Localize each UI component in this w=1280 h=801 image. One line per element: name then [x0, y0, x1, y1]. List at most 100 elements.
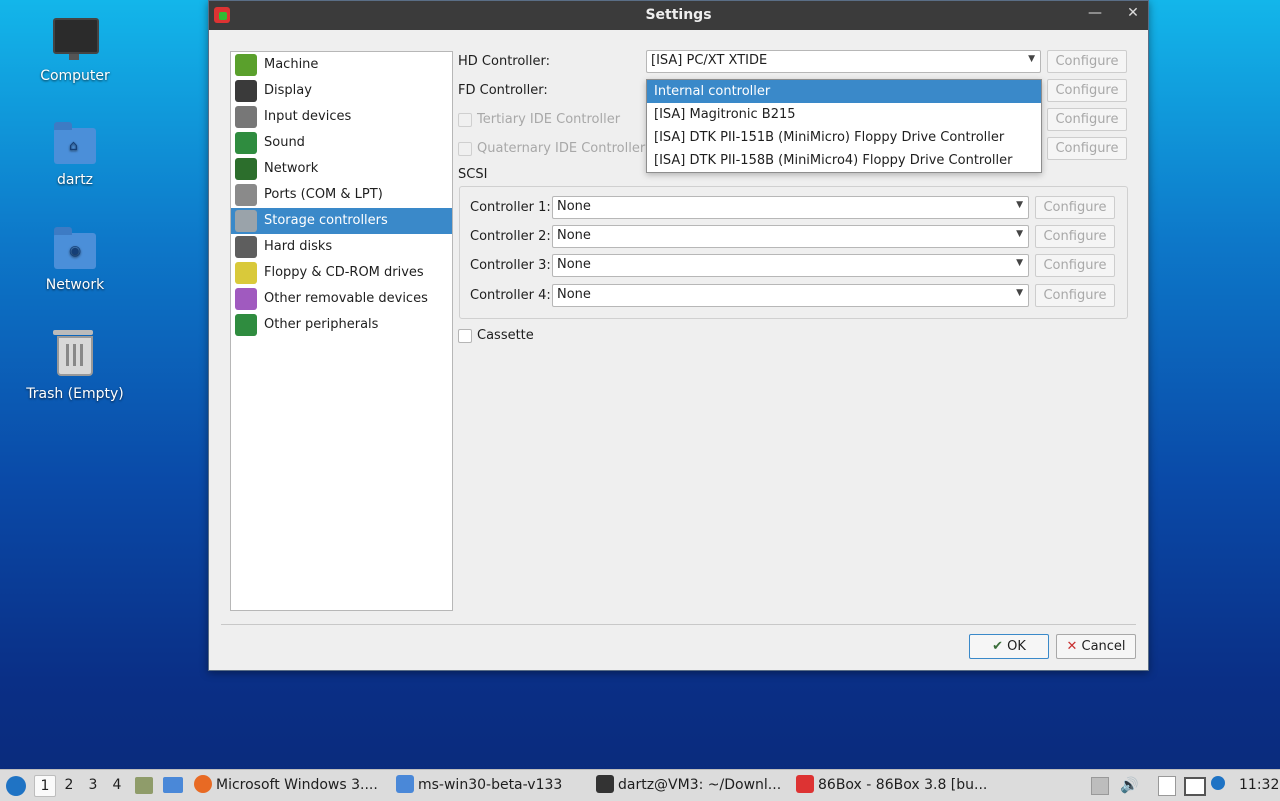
home-folder-icon: ⌂: [53, 122, 97, 166]
terminal-icon: [596, 775, 614, 793]
notification-icon[interactable]: [1211, 776, 1225, 790]
scsi-group-title: SCSI: [458, 167, 488, 182]
task-terminal[interactable]: dartz@VM3: ~/Downl...: [596, 770, 781, 801]
desktop-icon-trash[interactable]: Trash (Empty): [20, 330, 130, 402]
task-folder[interactable]: ms-win30-beta-v133: [396, 770, 562, 801]
sidebar-item-other-removable[interactable]: Other removable devices: [231, 286, 452, 312]
scsi-controller-2-label: Controller 2:: [470, 229, 551, 244]
scsi-controller-4-configure-button[interactable]: Configure: [1035, 284, 1115, 307]
86box-icon: [796, 775, 814, 793]
ok-icon: ✔: [992, 639, 1003, 654]
file-manager-launcher-icon[interactable]: [135, 777, 153, 794]
close-button[interactable]: ✕: [1123, 5, 1143, 25]
scsi-controller-3-select[interactable]: None ▼: [552, 254, 1029, 277]
sidebar-item-ports[interactable]: Ports (COM & LPT): [231, 182, 452, 208]
workspace-2[interactable]: 2: [59, 775, 79, 795]
display-icon: [235, 80, 257, 102]
desktop-icon-network[interactable]: ◉ Network: [20, 227, 130, 293]
sidebar-item-sound[interactable]: Sound: [231, 130, 452, 156]
sidebar-item-floppy-cdrom[interactable]: Floppy & CD-ROM drives: [231, 260, 452, 286]
task-label: ms-win30-beta-v133: [418, 777, 563, 793]
dropdown-option-dtk-pii-158b[interactable]: [ISA] DTK PII-158B (MiniMicro4) Floppy D…: [647, 149, 1041, 172]
hard-disk-icon: [235, 236, 257, 258]
chevron-down-icon: ▼: [1028, 54, 1035, 64]
clock[interactable]: 11:32: [1239, 770, 1279, 801]
desktop-icon-label: Computer: [40, 68, 110, 84]
scsi-controller-1-value: None: [557, 199, 591, 214]
floppy-cdrom-icon: [235, 262, 257, 284]
clipboard-icon[interactable]: [1158, 776, 1176, 796]
scsi-controller-1-select[interactable]: None ▼: [552, 196, 1029, 219]
chevron-down-icon: ▼: [1016, 258, 1023, 268]
trash-icon: [53, 330, 97, 380]
cancel-icon: ✕: [1066, 639, 1078, 654]
task-label: 86Box - 86Box 3.8 [bu...: [818, 777, 988, 793]
dropdown-option-magitronic-b215[interactable]: [ISA] Magitronic B215: [647, 103, 1041, 126]
network-status-icon[interactable]: [1184, 777, 1206, 796]
scsi-controller-2-configure-button[interactable]: Configure: [1035, 225, 1115, 248]
sidebar-item-network[interactable]: Network: [231, 156, 452, 182]
taskbar: 1 2 3 4 Microsoft Windows 3.... ms-win30…: [0, 769, 1280, 801]
removable-device-icon: [235, 288, 257, 310]
workspace-4[interactable]: 4: [107, 775, 127, 795]
scsi-controller-3-value: None: [557, 257, 591, 272]
scsi-controller-3-configure-button[interactable]: Configure: [1035, 254, 1115, 277]
scsi-controller-1-configure-button[interactable]: Configure: [1035, 196, 1115, 219]
quaternary-ide-checkbox[interactable]: [458, 142, 472, 156]
ok-button[interactable]: ✔ OK: [969, 634, 1049, 659]
network-icon: [235, 158, 257, 180]
minimize-button[interactable]: —: [1085, 5, 1105, 25]
sidebar-item-display[interactable]: Display: [231, 78, 452, 104]
dialog-title: Settings: [645, 7, 712, 23]
workspace-3[interactable]: 3: [83, 775, 103, 795]
fd-configure-button[interactable]: Configure: [1047, 79, 1127, 102]
scsi-controller-2-select[interactable]: None ▼: [552, 225, 1029, 248]
cassette-checkbox[interactable]: [458, 329, 472, 343]
input-devices-icon: [235, 106, 257, 128]
workspace-1[interactable]: 1: [34, 775, 56, 797]
scsi-controller-4-value: None: [557, 287, 591, 302]
chevron-down-icon: ▼: [1016, 200, 1023, 210]
scsi-controller-4-label: Controller 4:: [470, 288, 551, 303]
dropdown-option-dtk-pii-151b[interactable]: [ISA] DTK PII-151B (MiniMicro) Floppy Dr…: [647, 126, 1041, 149]
network-folder-icon: ◉: [53, 227, 97, 271]
task-label: Microsoft Windows 3....: [216, 777, 378, 793]
task-86box[interactable]: 86Box - 86Box 3.8 [bu...: [796, 770, 987, 801]
sidebar-item-hard-disks[interactable]: Hard disks: [231, 234, 452, 260]
ok-label: OK: [1007, 639, 1026, 654]
dialog-titlebar[interactable]: Settings — ✕: [209, 1, 1148, 30]
fd-controller-dropdown: Internal controller [ISA] Magitronic B21…: [646, 79, 1042, 173]
tertiary-ide-checkbox[interactable]: [458, 113, 472, 127]
sidebar-item-machine[interactable]: Machine: [231, 52, 452, 78]
desktop-icon-label: Network: [45, 277, 105, 293]
scsi-controller-3-label: Controller 3:: [470, 258, 551, 273]
desktop-icon-computer[interactable]: Computer: [20, 18, 130, 84]
sidebar-item-input-devices[interactable]: Input devices: [231, 104, 452, 130]
task-firefox[interactable]: Microsoft Windows 3....: [194, 770, 378, 801]
tray-arrow-up-icon[interactable]: [1091, 777, 1109, 795]
folder-icon: [396, 775, 414, 793]
cancel-label: Cancel: [1081, 639, 1126, 654]
desktop-icon-label: dartz: [56, 172, 94, 188]
desktop-icon-home[interactable]: ⌂ dartz: [20, 122, 130, 188]
quaternary-ide-configure-button[interactable]: Configure: [1047, 137, 1127, 160]
hd-controller-select[interactable]: [ISA] PC/XT XTIDE ▼: [646, 50, 1041, 73]
sidebar-item-other-peripherals[interactable]: Other peripherals: [231, 312, 452, 338]
volume-icon[interactable]: 🔊: [1120, 770, 1139, 801]
chevron-down-icon: ▼: [1016, 229, 1023, 239]
scsi-controller-2-value: None: [557, 228, 591, 243]
cancel-button[interactable]: ✕ Cancel: [1056, 634, 1136, 659]
dialog-separator: [221, 624, 1136, 625]
start-menu-icon[interactable]: [6, 776, 26, 796]
hd-configure-button[interactable]: Configure: [1047, 50, 1127, 73]
quaternary-ide-label: Quaternary IDE Controller: [477, 141, 646, 156]
show-desktop-icon[interactable]: [163, 777, 183, 793]
dropdown-option-internal-controller[interactable]: Internal controller: [647, 80, 1041, 103]
scsi-controller-4-select[interactable]: None ▼: [552, 284, 1029, 307]
sidebar-item-storage-controllers[interactable]: Storage controllers: [231, 208, 452, 234]
storage-controllers-icon: [235, 210, 257, 232]
tertiary-ide-configure-button[interactable]: Configure: [1047, 108, 1127, 131]
desktop-icon-label: Trash (Empty): [26, 386, 124, 402]
hd-controller-label: HD Controller:: [458, 54, 551, 69]
tertiary-ide-label: Tertiary IDE Controller: [477, 112, 621, 127]
